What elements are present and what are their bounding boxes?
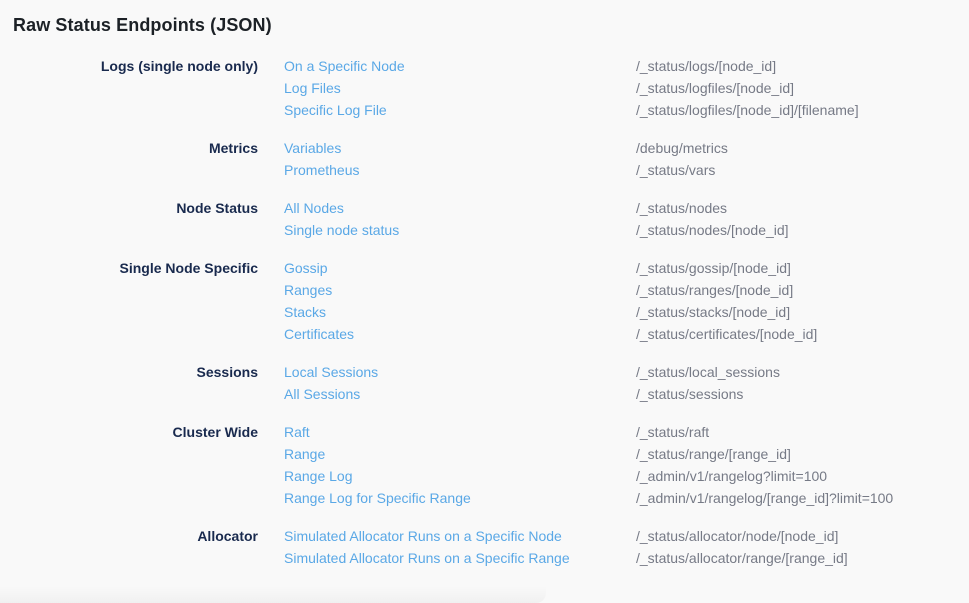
endpoint-path: /_status/allocator/range/[range_id] xyxy=(636,547,969,569)
endpoint-link[interactable]: All Sessions xyxy=(284,383,636,405)
endpoint-links: Simulated Allocator Runs on a Specific N… xyxy=(258,525,636,569)
endpoint-link[interactable]: Prometheus xyxy=(284,159,636,181)
endpoint-paths: /_status/allocator/node/[node_id]/_statu… xyxy=(636,525,969,569)
endpoint-path: /_status/stacks/[node_id] xyxy=(636,301,969,323)
endpoint-path: /_status/raft xyxy=(636,421,969,443)
endpoint-link[interactable]: Variables xyxy=(284,137,636,159)
endpoint-links: All NodesSingle node status xyxy=(258,197,636,241)
endpoint-links: GossipRangesStacksCertificates xyxy=(258,257,636,345)
endpoint-link[interactable]: Local Sessions xyxy=(284,361,636,383)
endpoint-section: Node Status All NodesSingle node status … xyxy=(13,197,969,241)
endpoint-link[interactable]: Simulated Allocator Runs on a Specific N… xyxy=(284,525,636,547)
endpoint-path: /_status/logfiles/[node_id] xyxy=(636,77,969,99)
endpoint-path: /_admin/v1/rangelog/[range_id]?limit=100 xyxy=(636,487,969,509)
endpoint-link[interactable]: Gossip xyxy=(284,257,636,279)
endpoint-paths: /_status/logs/[node_id]/_status/logfiles… xyxy=(636,55,969,121)
endpoint-paths: /_status/nodes/_status/nodes/[node_id] xyxy=(636,197,969,241)
category-label: Logs (single node only) xyxy=(13,55,258,77)
category-label: Single Node Specific xyxy=(13,257,258,279)
category-label: Metrics xyxy=(13,137,258,159)
endpoint-links: On a Specific NodeLog FilesSpecific Log … xyxy=(258,55,636,121)
category-label: Node Status xyxy=(13,197,258,219)
endpoints-table: Logs (single node only) On a Specific No… xyxy=(13,55,969,569)
endpoint-link[interactable]: Specific Log File xyxy=(284,99,636,121)
endpoint-link[interactable]: Range Log xyxy=(284,465,636,487)
endpoint-links: RaftRangeRange LogRange Log for Specific… xyxy=(258,421,636,509)
endpoint-link[interactable]: Stacks xyxy=(284,301,636,323)
endpoint-link[interactable]: Single node status xyxy=(284,219,636,241)
endpoint-path: /_status/allocator/node/[node_id] xyxy=(636,525,969,547)
endpoint-path: /_status/logfiles/[node_id]/[filename] xyxy=(636,99,969,121)
endpoint-section: Single Node Specific GossipRangesStacksC… xyxy=(13,257,969,345)
endpoint-path: /debug/metrics xyxy=(636,137,969,159)
endpoint-paths: /_status/local_sessions/_status/sessions xyxy=(636,361,969,405)
endpoint-link[interactable]: Certificates xyxy=(284,323,636,345)
endpoint-path: /_status/certificates/[node_id] xyxy=(636,323,969,345)
endpoint-path: /_status/range/[range_id] xyxy=(636,443,969,465)
endpoint-path: /_admin/v1/rangelog?limit=100 xyxy=(636,465,969,487)
endpoint-link[interactable]: Ranges xyxy=(284,279,636,301)
endpoint-paths: /_status/raft/_status/range/[range_id]/_… xyxy=(636,421,969,509)
endpoint-path: /_status/local_sessions xyxy=(636,361,969,383)
endpoint-section: Metrics VariablesPrometheus /debug/metri… xyxy=(13,137,969,181)
endpoint-path: /_status/sessions xyxy=(636,383,969,405)
category-label: Cluster Wide xyxy=(13,421,258,443)
endpoint-paths: /_status/gossip/[node_id]/_status/ranges… xyxy=(636,257,969,345)
endpoint-link[interactable]: Simulated Allocator Runs on a Specific R… xyxy=(284,547,636,569)
endpoint-path: /_status/vars xyxy=(636,159,969,181)
endpoint-link[interactable]: Range Log for Specific Range xyxy=(284,487,636,509)
endpoint-path: /_status/nodes xyxy=(636,197,969,219)
endpoint-links: VariablesPrometheus xyxy=(258,137,636,181)
endpoint-path: /_status/ranges/[node_id] xyxy=(636,279,969,301)
endpoint-path: /_status/nodes/[node_id] xyxy=(636,219,969,241)
raw-status-endpoints-page: Raw Status Endpoints (JSON) Logs (single… xyxy=(0,0,969,603)
endpoint-link[interactable]: All Nodes xyxy=(284,197,636,219)
endpoint-link[interactable]: Raft xyxy=(284,421,636,443)
endpoint-section: Logs (single node only) On a Specific No… xyxy=(13,55,969,121)
endpoint-section: Cluster Wide RaftRangeRange LogRange Log… xyxy=(13,421,969,509)
endpoint-path: /_status/gossip/[node_id] xyxy=(636,257,969,279)
category-label: Allocator xyxy=(13,525,258,547)
endpoint-links: Local SessionsAll Sessions xyxy=(258,361,636,405)
endpoint-paths: /debug/metrics/_status/vars xyxy=(636,137,969,181)
category-label: Sessions xyxy=(13,361,258,383)
endpoint-link[interactable]: Range xyxy=(284,443,636,465)
endpoint-link[interactable]: Log Files xyxy=(284,77,636,99)
endpoint-path: /_status/logs/[node_id] xyxy=(636,55,969,77)
bottom-edge-shadow xyxy=(0,586,546,603)
endpoint-link[interactable]: On a Specific Node xyxy=(284,55,636,77)
endpoint-section: Allocator Simulated Allocator Runs on a … xyxy=(13,525,969,569)
page-title: Raw Status Endpoints (JSON) xyxy=(13,13,969,37)
endpoint-section: Sessions Local SessionsAll Sessions /_st… xyxy=(13,361,969,405)
